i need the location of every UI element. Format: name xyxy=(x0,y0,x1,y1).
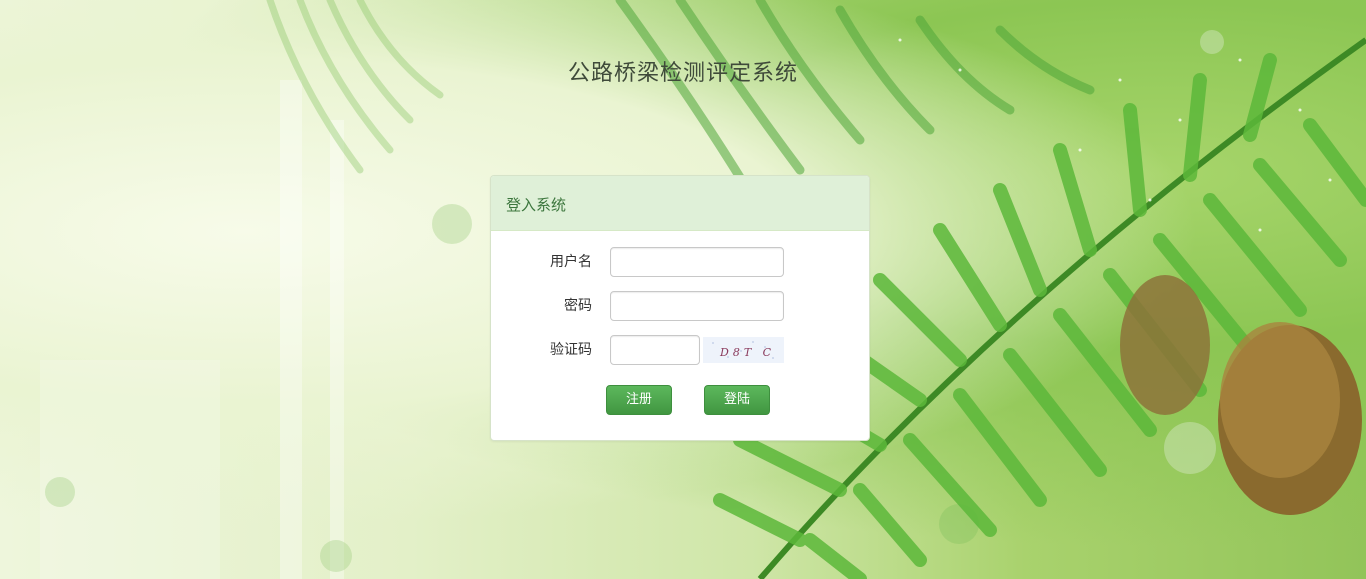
captcha-image[interactable]: D8T C xyxy=(703,337,784,363)
username-row: 用户名 xyxy=(491,247,869,277)
username-input[interactable] xyxy=(610,247,784,277)
captcha-row: 验证码 D8T C xyxy=(491,335,869,365)
captcha-label: 验证码 xyxy=(550,342,592,358)
register-button[interactable]: 注册 xyxy=(606,385,672,415)
password-row: 密码 xyxy=(491,291,869,321)
captcha-input[interactable] xyxy=(610,335,700,365)
page-title: 公路桥梁检测评定系统 xyxy=(567,61,798,86)
login-panel: 登入系统 用户名 密码 验证码 D8T C 注册 登陆 xyxy=(490,175,870,441)
username-label: 用户名 xyxy=(550,254,592,270)
panel-heading: 登入系统 xyxy=(491,176,869,231)
password-label: 密码 xyxy=(564,298,592,314)
password-input[interactable] xyxy=(610,291,784,321)
login-button[interactable]: 登陆 xyxy=(704,385,770,415)
captcha-text: D8T C xyxy=(719,346,775,359)
